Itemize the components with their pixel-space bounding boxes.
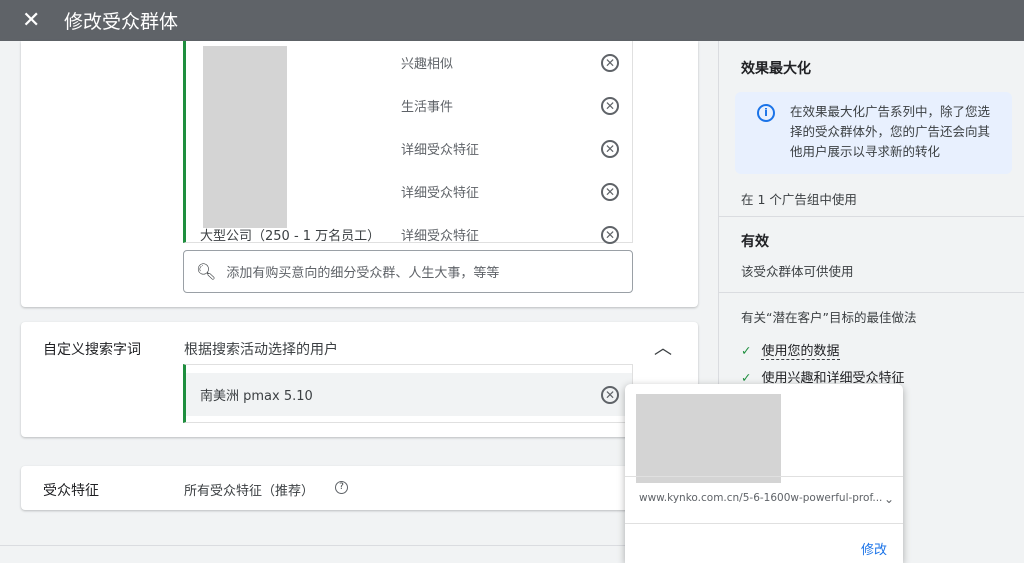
info-box: i 在效果最大化广告系列中，除了您选择的受众群体外，您的广告还会向其他用户展示以寻… bbox=[735, 92, 1012, 174]
demographics-label: 受众特征 bbox=[43, 483, 99, 499]
segment-type: 详细受众特征 bbox=[401, 143, 480, 158]
status-title: 有效 bbox=[741, 234, 769, 250]
tips-title: 有关“潜在客户”目标的最佳做法 bbox=[741, 310, 917, 325]
redacted-area bbox=[203, 46, 287, 228]
search-icon: 🔍︎ bbox=[196, 262, 217, 281]
custom-search-subtitle: 根据搜索活动选择的用户 bbox=[184, 342, 338, 358]
remove-icon[interactable]: ✕ bbox=[601, 139, 619, 158]
list-item: 南美洲 pmax 5.10 ✕ bbox=[186, 373, 632, 416]
demographics-card bbox=[21, 466, 698, 510]
tip-link[interactable]: 使用您的数据 bbox=[761, 344, 840, 360]
chevron-down-icon: ⌄ bbox=[883, 492, 894, 506]
divider bbox=[0, 545, 718, 546]
sidebar-title: 效果最大化 bbox=[741, 61, 811, 77]
segment-type: 生活事件 bbox=[401, 100, 454, 115]
segment-preview-popup: 自定义细分受众群 www.kynko.com.cn/5-6-1600w-powe… bbox=[625, 384, 903, 563]
segment-type: 详细受众特征 bbox=[401, 229, 480, 244]
page-title: 修改受众群体 bbox=[64, 11, 179, 33]
remove-icon[interactable]: ✕ bbox=[601, 96, 619, 115]
custom-search-label: 自定义搜索字词 bbox=[43, 342, 141, 358]
check-icon: ✓ bbox=[741, 343, 752, 358]
top-bar: ✕ 修改受众群体 bbox=[0, 0, 1024, 41]
info-text: 在效果最大化广告系列中，除了您选择的受众群体外，您的广告还会向其他用户展示以寻求… bbox=[790, 104, 991, 159]
redacted-area bbox=[636, 394, 781, 483]
check-icon: ✓ bbox=[741, 370, 752, 385]
custom-segment-name: 南美洲 pmax 5.10 bbox=[200, 389, 313, 404]
segment-type: 兴趣相似 bbox=[401, 57, 454, 72]
segment-search-input[interactable]: 🔍︎ 添加有购买意向的细分受众群、人生大事，等等 bbox=[183, 250, 633, 293]
help-icon[interactable]: ? bbox=[335, 481, 348, 494]
url-text: www.kynko.com.cn/5-6-1600w-powerful-prof… bbox=[639, 492, 883, 504]
custom-segment-list: 南美洲 pmax 5.10 ✕ bbox=[183, 364, 633, 423]
demographics-value: 所有受众特征（推荐） bbox=[184, 484, 315, 499]
close-icon[interactable]: ✕ bbox=[22, 8, 52, 33]
edit-button[interactable]: 修改 bbox=[861, 539, 887, 558]
search-placeholder: 添加有购买意向的细分受众群、人生大事，等等 bbox=[226, 266, 500, 281]
usage-text: 在 1 个广告组中使用 bbox=[719, 174, 1024, 217]
status-desc: 该受众群体可供使用 bbox=[741, 264, 854, 279]
remove-icon[interactable]: ✕ bbox=[601, 53, 619, 72]
remove-icon[interactable]: ✕ bbox=[601, 385, 619, 404]
collapse-chevron-icon[interactable]: ︿ bbox=[654, 334, 672, 360]
url-dropdown[interactable]: www.kynko.com.cn/5-6-1600w-powerful-prof… bbox=[639, 492, 894, 506]
remove-icon[interactable]: ✕ bbox=[601, 182, 619, 201]
remove-icon[interactable]: ✕ bbox=[601, 225, 619, 244]
segment-type: 详细受众特征 bbox=[401, 186, 480, 201]
tip-item: ✓ 使用您的数据 bbox=[741, 340, 1002, 360]
info-icon: i bbox=[757, 104, 775, 122]
